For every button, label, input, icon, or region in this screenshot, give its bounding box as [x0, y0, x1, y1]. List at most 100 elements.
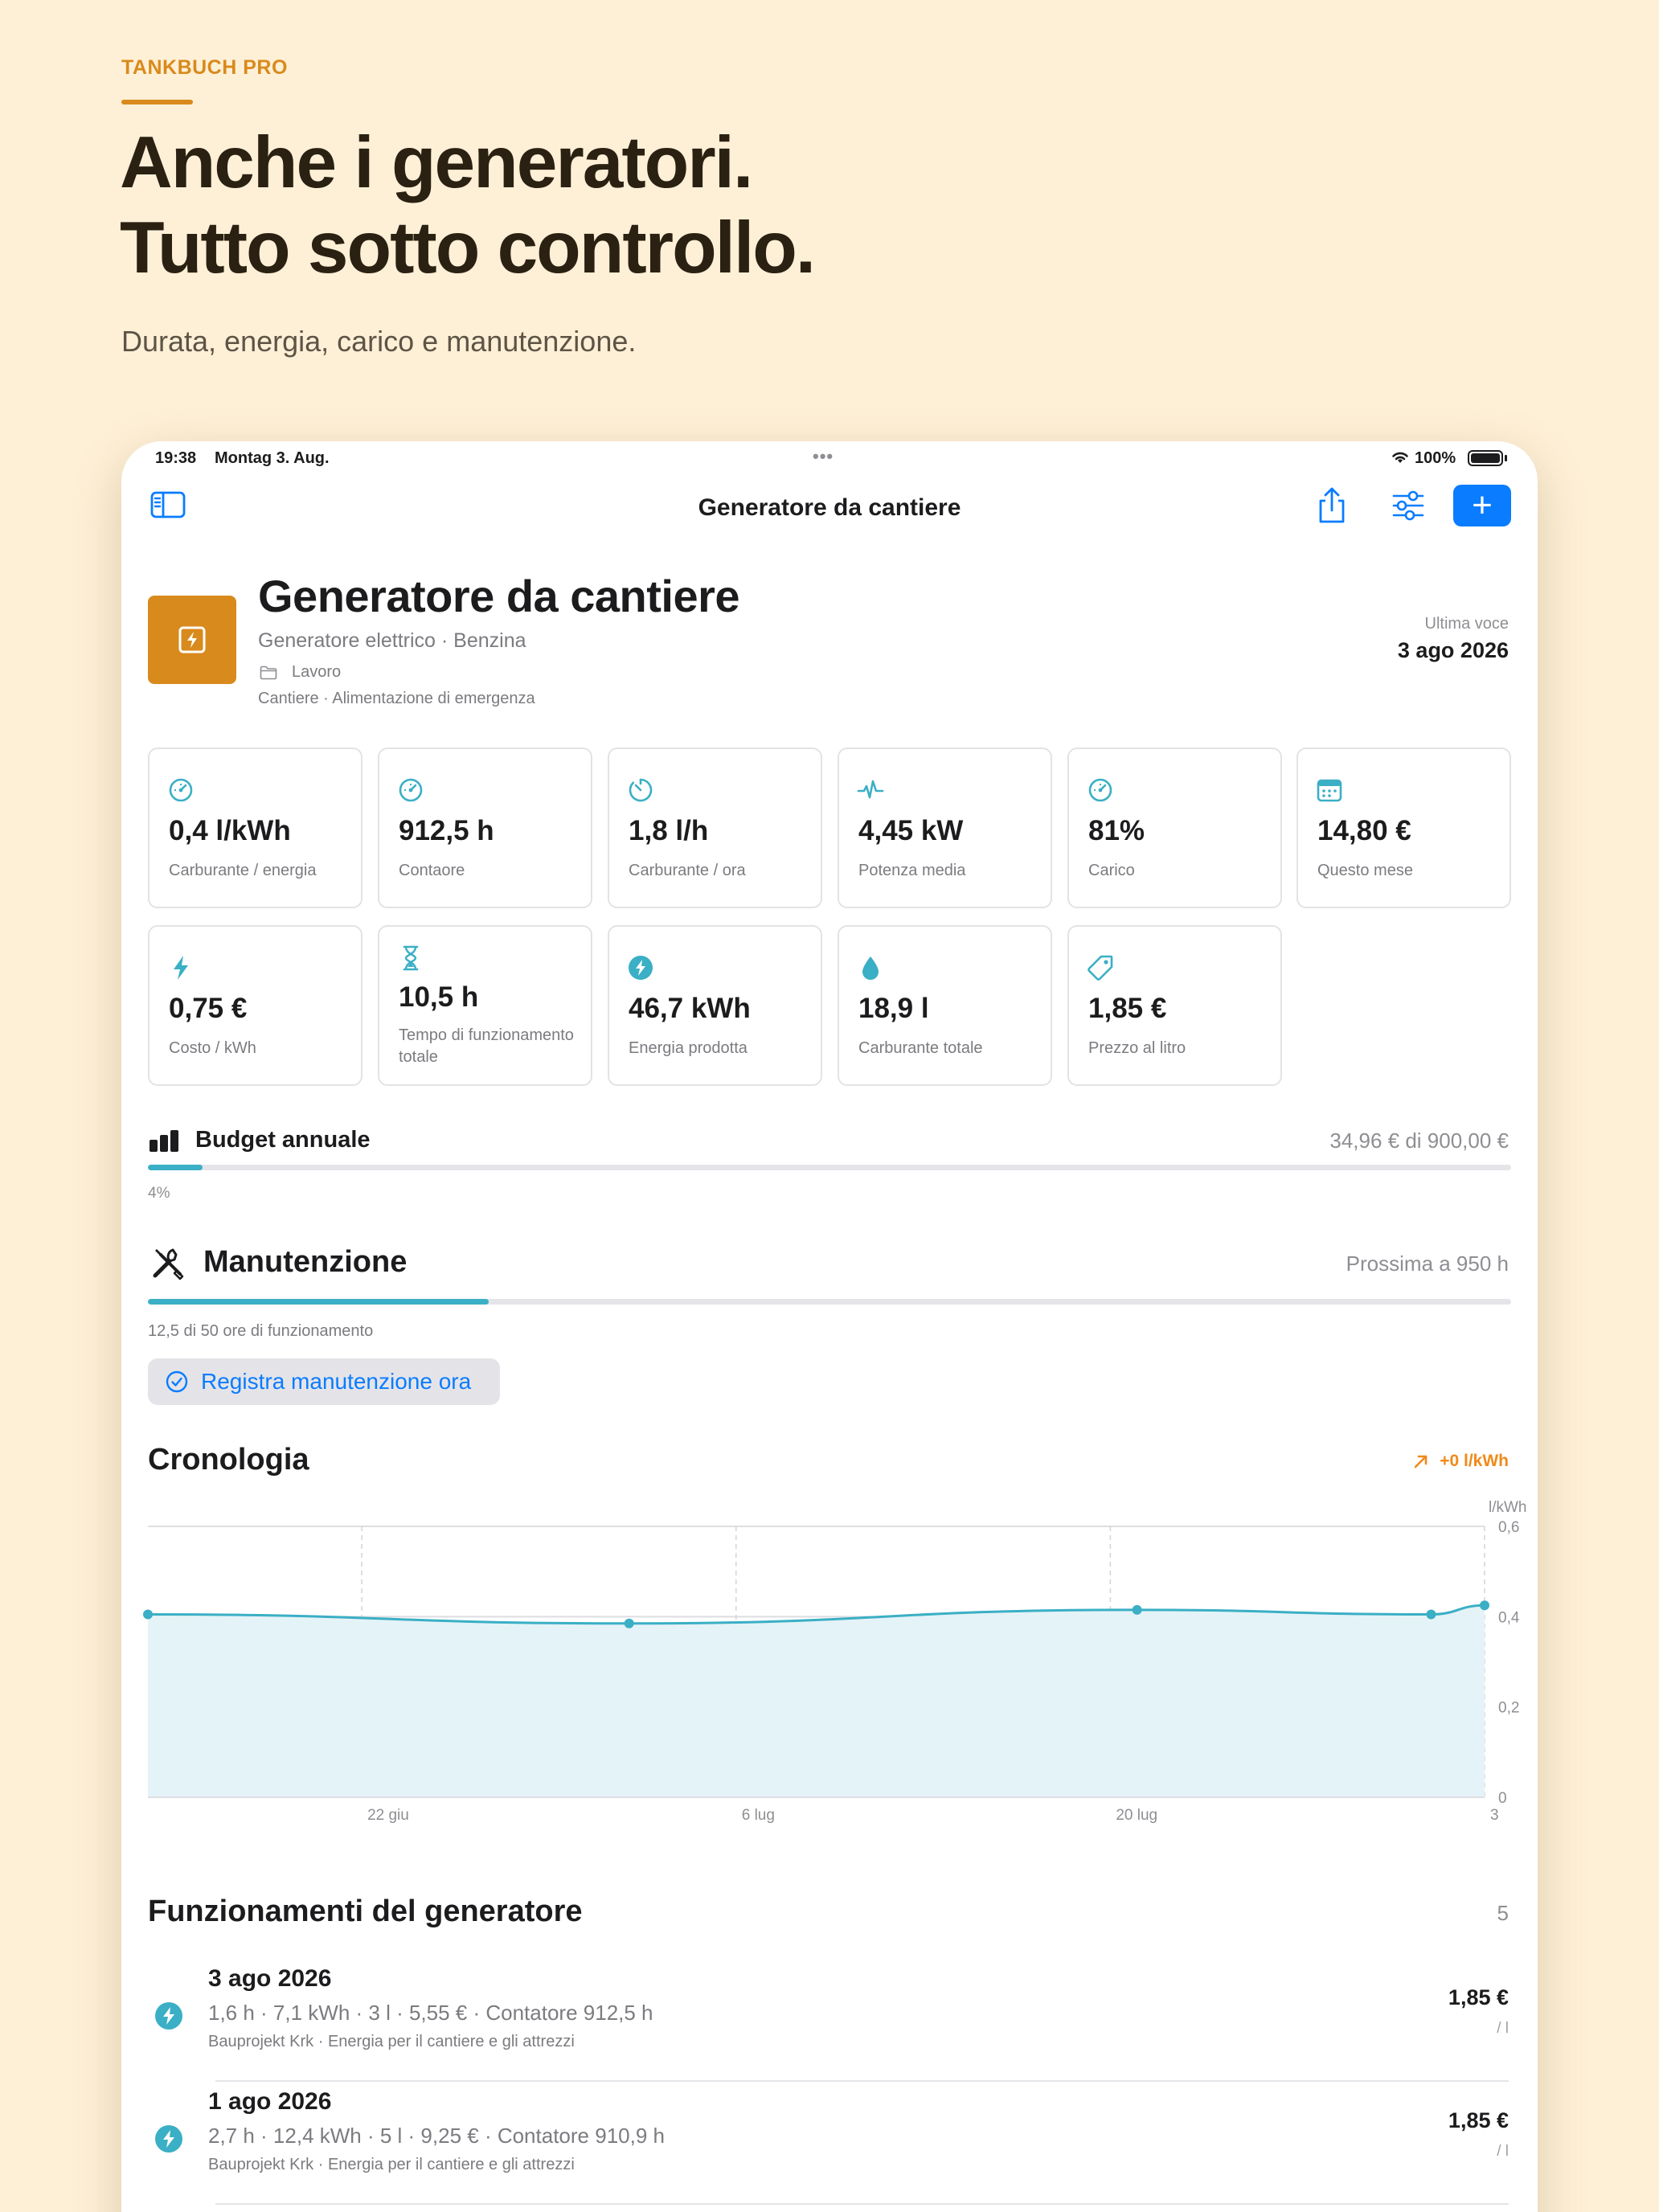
hourglass-icon — [403, 945, 419, 971]
wifi-icon — [1392, 452, 1408, 463]
vehicle-type: Generatore elettrico · Benzina — [258, 629, 526, 652]
stat-card-fuel-energy[interactable]: 0,4 l/kWh Carburante / energia — [148, 748, 363, 908]
maintenance-title: Manutenzione — [203, 1245, 408, 1279]
waveform-icon — [857, 780, 884, 799]
stat-card-total-runtime[interactable]: 10,5 h Tempo di funzionamento totale — [378, 925, 592, 1086]
budget-amount: 34,96 € di 900,00 € — [1329, 1129, 1509, 1153]
x-tick-label: 3 — [1490, 1807, 1499, 1824]
y-tick-label: 0,6 — [1498, 1519, 1519, 1536]
battery-icon — [1468, 450, 1503, 466]
bolt-circle-icon — [155, 2002, 182, 2030]
stat-value: 0,4 l/kWh — [169, 815, 291, 846]
headline-line-1: Anche i generatori. — [120, 122, 753, 203]
stat-value: 1,85 € — [1088, 993, 1167, 1024]
marketing-subline: Durata, energia, carico e manutenzione. — [121, 325, 637, 358]
stat-label: Potenza media — [858, 862, 966, 879]
run-price: 1,85 € — [1448, 1985, 1509, 2009]
run-date: 1 ago 2026 — [208, 2088, 332, 2115]
filter-sliders-icon[interactable] — [1391, 490, 1425, 522]
stat-card-average-power[interactable]: 4,45 kW Potenza media — [838, 748, 1052, 908]
stat-card-fuel-hour[interactable]: 1,8 l/h Carburante / ora — [608, 748, 822, 908]
app-eyebrow: TANKBUCH PRO — [121, 56, 288, 79]
stat-value: 81% — [1088, 815, 1145, 846]
stat-value: 14,80 € — [1317, 815, 1411, 846]
tag-icon — [1088, 955, 1113, 981]
log-maintenance-button[interactable]: Registra manutenzione ora — [148, 1358, 500, 1405]
wrench-screwdriver-icon — [153, 1248, 184, 1280]
stat-label: Prezzo al litro — [1088, 1039, 1186, 1057]
bolt-circle-icon — [629, 956, 653, 980]
run-details: 2,7 h · 12,4 kWh · 5 l · 9,25 € · Contat… — [208, 2124, 665, 2148]
stat-card-this-month[interactable]: 14,80 € Questo mese — [1296, 748, 1511, 908]
stat-label: Contaore — [399, 862, 465, 879]
trend-value: +0 l/kWh — [1440, 1452, 1509, 1470]
data-point — [1480, 1600, 1489, 1611]
maintenance-hours: 12,5 di 50 ore di funzionamento — [148, 1322, 374, 1340]
maintenance-progress-fill — [148, 1299, 489, 1305]
stat-label: Carburante / ora — [629, 862, 746, 879]
stat-label: Carico — [1088, 862, 1135, 879]
stat-label: Questo mese — [1317, 862, 1413, 879]
stat-label: Carburante / energia — [169, 862, 317, 879]
list-item[interactable]: 3 ago 2026 1,6 h · 7,1 kWh · 3 l · 5,55 … — [121, 1959, 1538, 2082]
gauge-icon — [169, 778, 193, 802]
headline-line-2: Tutto sotto controllo. — [120, 207, 816, 289]
stat-card-hour-meter[interactable]: 912,5 h Contaore — [378, 748, 592, 908]
x-tick-label: 20 lug — [1116, 1807, 1157, 1824]
status-date: Montag 3. Aug. — [215, 449, 330, 467]
stat-card-load[interactable]: 81% Carico — [1067, 748, 1282, 908]
drop-icon — [862, 956, 879, 980]
run-details: 1,6 h · 7,1 kWh · 3 l · 5,55 € · Contato… — [208, 2001, 653, 2025]
run-date: 3 ago 2026 — [208, 1965, 332, 1992]
maintenance-progress-bar — [148, 1299, 1511, 1305]
x-tick-label: 22 giu — [367, 1807, 409, 1824]
y-tick-label: 0 — [1498, 1790, 1507, 1807]
battery-percent: 100% — [1415, 449, 1456, 467]
status-bar: 19:38 Montag 3. Aug. ••• 100% — [121, 441, 1538, 477]
multitasking-dots-icon[interactable]: ••• — [813, 446, 834, 467]
folder-icon — [260, 666, 277, 680]
tablet-screen: 19:38 Montag 3. Aug. ••• 100% Generatore… — [121, 441, 1538, 2212]
maintenance-next: Prossima a 950 h — [1346, 1251, 1509, 1276]
stat-label: Carburante totale — [858, 1039, 983, 1057]
x-tick-label: 6 lug — [742, 1807, 775, 1824]
log-maintenance-label: Registra manutenzione ora — [201, 1369, 472, 1394]
status-time: 19:38 — [155, 449, 197, 467]
vehicle-folder: Lavoro — [292, 663, 342, 681]
bar-chart-icon — [150, 1130, 178, 1152]
stat-value: 912,5 h — [399, 815, 494, 846]
calendar-icon — [1317, 779, 1342, 802]
stat-card-cost-kwh[interactable]: 0,75 € Costo / kWh — [148, 925, 363, 1086]
run-price-unit: / l — [1497, 2020, 1509, 2037]
y-tick-label: 0,2 — [1498, 1700, 1519, 1717]
list-item[interactable]: 1 ago 2026 2,7 h · 12,4 kWh · 5 l · 9,25… — [121, 2082, 1538, 2205]
vehicle-name: Generatore da cantiere — [258, 571, 740, 621]
add-button[interactable]: + — [1453, 485, 1511, 526]
last-entry-date: 3 ago 2026 — [1397, 638, 1509, 662]
checkmark-circle-icon — [166, 1370, 188, 1393]
run-note: Bauprojekt Krk · Energia per il cantiere… — [208, 2033, 575, 2050]
budget-progress-bar — [148, 1165, 1511, 1170]
runs-count: 5 — [1497, 1901, 1509, 1925]
budget-progress-fill — [148, 1165, 203, 1170]
gauge-icon — [1088, 778, 1112, 802]
navigation-bar: Generatore da cantiere + — [121, 477, 1538, 541]
divider — [215, 2203, 1509, 2205]
stat-label: Tempo di funzionamento totale — [399, 1026, 574, 1066]
data-point — [1426, 1609, 1436, 1620]
trend-indicator: +0 l/kWh — [1412, 1452, 1509, 1471]
gauge-icon — [399, 778, 423, 802]
share-icon[interactable] — [1316, 486, 1348, 525]
stat-value: 1,8 l/h — [629, 815, 709, 846]
stat-card-energy-produced[interactable]: 46,7 kWh Energia prodotta — [608, 925, 822, 1086]
stat-card-price-per-liter[interactable]: 1,85 € Prezzo al litro — [1067, 925, 1282, 1086]
stat-card-total-fuel[interactable]: 18,9 l Carburante totale — [838, 925, 1052, 1086]
battery-tip — [1505, 455, 1507, 461]
stat-value: 46,7 kWh — [629, 993, 751, 1024]
eyebrow-underline — [121, 100, 193, 104]
data-point — [143, 1609, 153, 1620]
chronology-title: Cronologia — [148, 1443, 309, 1477]
budget-percent: 4% — [148, 1185, 170, 1202]
bolt-icon — [174, 956, 188, 980]
chronology-chart: 0,6 0,4 0,2 0 l/kWh 22 giu 6 lug 20 lug 3 — [143, 1499, 1527, 1824]
